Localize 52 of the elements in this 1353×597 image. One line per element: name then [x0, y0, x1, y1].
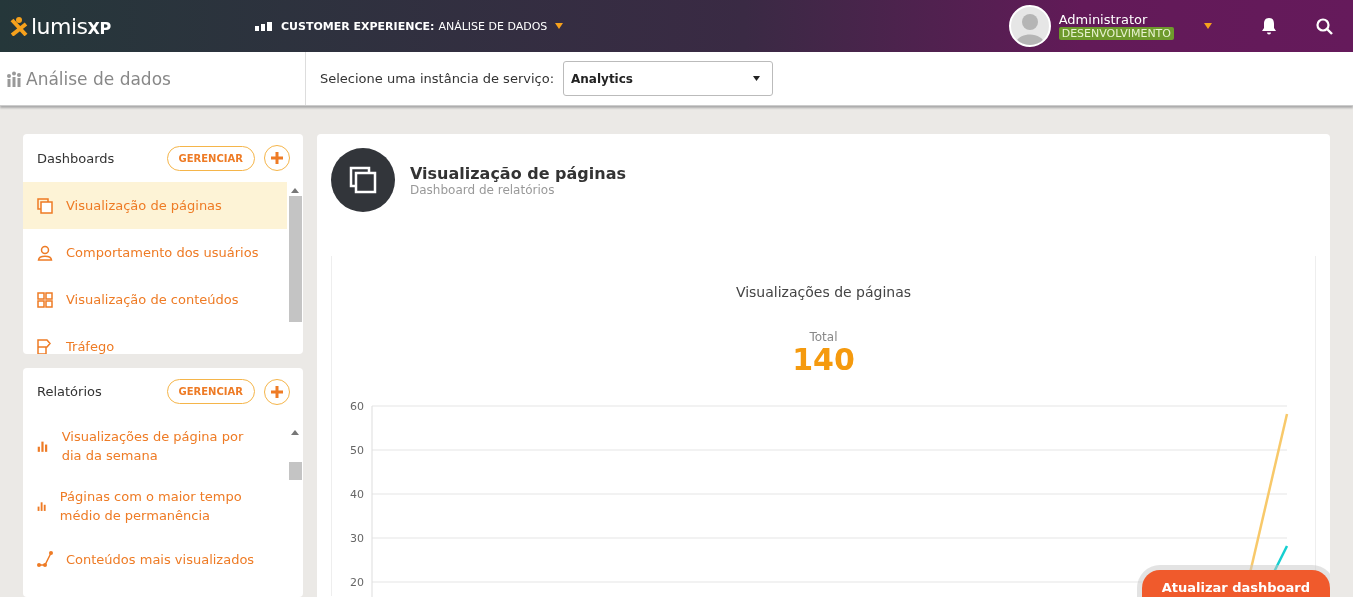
add-button[interactable] — [264, 145, 290, 171]
caret-icon[interactable] — [1204, 23, 1212, 29]
sidebar-item[interactable]: Comportamento dos usuários — [23, 229, 287, 276]
scroll-up-icon — [291, 188, 299, 193]
caret-icon — [753, 76, 760, 81]
caret-icon[interactable] — [555, 23, 564, 29]
context-title[interactable]: CUSTOMER EXPERIENCE: ANÁLISE DE DADOS — [281, 19, 548, 33]
sidebar-item[interactable]: Conteúdos mais visualizados — [23, 535, 287, 583]
dashboard-title: Visualização de páginas — [410, 163, 626, 183]
manage-button[interactable]: GERENCIAR — [166, 379, 255, 405]
panel-title: Dashboards — [37, 150, 116, 166]
analytics-icon — [6, 70, 22, 87]
axis-tick-label: 30 — [350, 532, 364, 545]
refresh-dashboard-button[interactable]: Atualizar dashboard — [1141, 570, 1330, 597]
axis-tick-label: 50 — [350, 444, 364, 457]
avatar[interactable] — [1008, 5, 1051, 47]
sidebar-item[interactable]: Visualização de conteúdos — [23, 276, 287, 323]
scroll-up-icon — [291, 429, 299, 435]
search-icon[interactable] — [1316, 17, 1333, 35]
sidebar-item[interactable]: Tráfego — [23, 323, 287, 354]
bell-icon[interactable] — [1260, 17, 1278, 35]
axis-tick-label: 60 — [350, 400, 364, 413]
logo: lumisXP — [10, 13, 255, 39]
chart-title: Visualizações de páginas — [734, 283, 913, 300]
axis-tick-label: 40 — [350, 488, 364, 501]
environment-badge: DESENVOLVIMENTO — [1058, 27, 1174, 40]
page-title: Análise de dados — [26, 68, 171, 89]
signpost-icon — [37, 338, 53, 354]
scrollbar-thumb[interactable] — [288, 196, 302, 322]
plus-icon — [271, 152, 283, 164]
axis-tick-label: 20 — [350, 576, 364, 589]
select-label: Selecione uma instância de serviço: — [320, 71, 554, 86]
add-button[interactable] — [264, 378, 290, 405]
user-name: Administrator — [1058, 12, 1149, 27]
scrollbar-thumb[interactable] — [288, 461, 302, 480]
panel-title: Relatórios — [37, 384, 103, 400]
sidebar-item[interactable]: Páginas com o maior tempo médio de permanência — [23, 475, 287, 536]
scatter-icon — [37, 551, 53, 568]
plus-icon — [271, 385, 283, 398]
total-label: Total — [808, 330, 839, 344]
service-select[interactable]: Analytics — [563, 61, 773, 96]
sidebar-item[interactable]: Visualização de páginas — [23, 182, 287, 229]
pages-icon — [37, 197, 53, 214]
total-value: 140 — [791, 344, 856, 376]
signal-bars-icon — [255, 21, 273, 31]
dashboard-subtitle: Dashboard de relatórios — [410, 182, 556, 197]
logo-mark-icon — [10, 16, 28, 36]
manage-button[interactable]: GERENCIAR — [166, 145, 255, 171]
pages-icon — [349, 166, 377, 194]
grid-icon — [37, 291, 53, 308]
user-icon — [37, 244, 53, 261]
sidebar-item[interactable]: Visualizações de página por dia da semana — [23, 415, 287, 476]
